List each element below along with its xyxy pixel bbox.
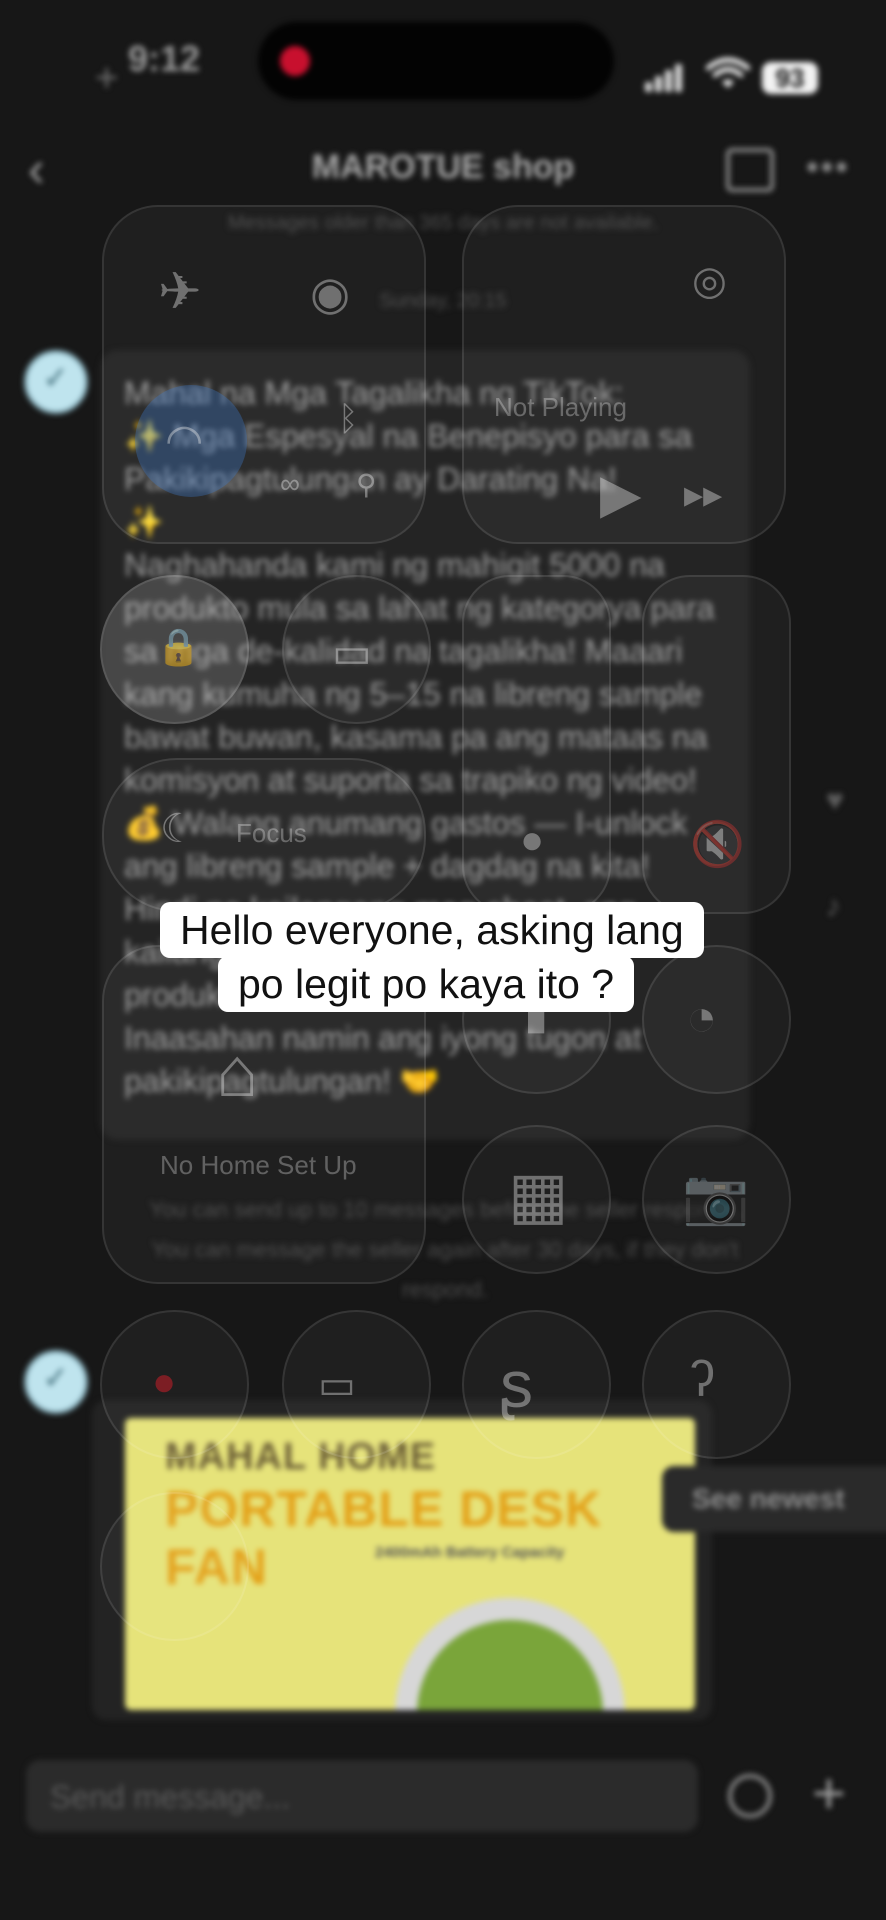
product-battery-text: 2400mAh Battery Capacity: [375, 1544, 565, 1561]
dynamic-island: [258, 22, 614, 100]
rotation-lock-icon: 🔒: [156, 626, 201, 667]
battery-indicator: 93: [762, 62, 818, 94]
caption-line-1: Hello everyone, asking lang: [160, 902, 704, 958]
home-label: No Home Set Up: [160, 1150, 357, 1180]
shazam-icon: ʂ: [500, 1347, 533, 1421]
airplane-mode-icon[interactable]: ✈: [158, 262, 202, 322]
timer-icon: ◔: [686, 989, 718, 1047]
shazam-toggle[interactable]: [462, 1310, 611, 1459]
home-icon: ⌂: [216, 1033, 259, 1111]
wifi-toggle-icon: ◠: [165, 416, 204, 465]
see-newest-button[interactable]: See newest: [662, 1466, 886, 1532]
link-icon[interactable]: ∞: [280, 468, 300, 500]
shop-avatar-2[interactable]: [24, 1350, 88, 1414]
calculator-icon: ▦: [508, 1159, 569, 1231]
cellular-data-icon[interactable]: ◉: [310, 266, 350, 320]
add-attachment-icon[interactable]: +: [812, 1760, 846, 1827]
hearing-ear-icon: ʔ: [690, 1351, 715, 1407]
camera-icon: 📷: [682, 1167, 750, 1227]
status-time: 9:12: [128, 38, 201, 79]
now-playing-label: Not Playing: [494, 392, 627, 422]
next-track-icon[interactable]: ▸▸: [684, 472, 722, 517]
fan-illustration: [395, 1598, 625, 1710]
play-icon[interactable]: ▶: [600, 462, 642, 525]
music-icon: ♪: [826, 890, 841, 923]
brightness-icon: ●: [520, 818, 545, 862]
cellular-signal-icon: [645, 64, 685, 92]
battery-icon: ▭: [318, 1363, 356, 1407]
recording-indicator-icon: [280, 46, 310, 76]
record-icon: ●: [152, 1360, 177, 1404]
mute-icon: 🔇: [690, 820, 745, 869]
connectivity-tile: [102, 205, 426, 544]
focus-label: Focus: [236, 818, 307, 848]
message-input[interactable]: [48, 1772, 652, 1822]
emoji-icon[interactable]: [728, 1774, 772, 1818]
extra-control-toggle[interactable]: [100, 1492, 249, 1641]
status-bar: + 9:12 93: [0, 0, 886, 130]
hearing-toggle[interactable]: [642, 1310, 791, 1459]
bluetooth-icon[interactable]: ᛒ: [338, 400, 358, 439]
screen-mirroring-icon: ▭: [332, 629, 372, 676]
wifi-icon: [705, 56, 751, 95]
shop-avatar[interactable]: [24, 350, 88, 414]
focus-moon-icon: ☾: [160, 807, 196, 851]
heart-icon: ♥: [826, 784, 844, 817]
microphone-icon[interactable]: ⚲: [356, 468, 377, 501]
low-power-toggle[interactable]: [282, 1310, 431, 1459]
airplay-icon[interactable]: ◎: [692, 258, 727, 304]
store-icon[interactable]: [726, 148, 774, 192]
caption-line-2: po legit po kaya ito ?: [218, 956, 635, 1012]
plus-icon: +: [95, 56, 119, 100]
brightness-slider[interactable]: [462, 575, 611, 914]
more-icon[interactable]: •••: [806, 146, 850, 188]
